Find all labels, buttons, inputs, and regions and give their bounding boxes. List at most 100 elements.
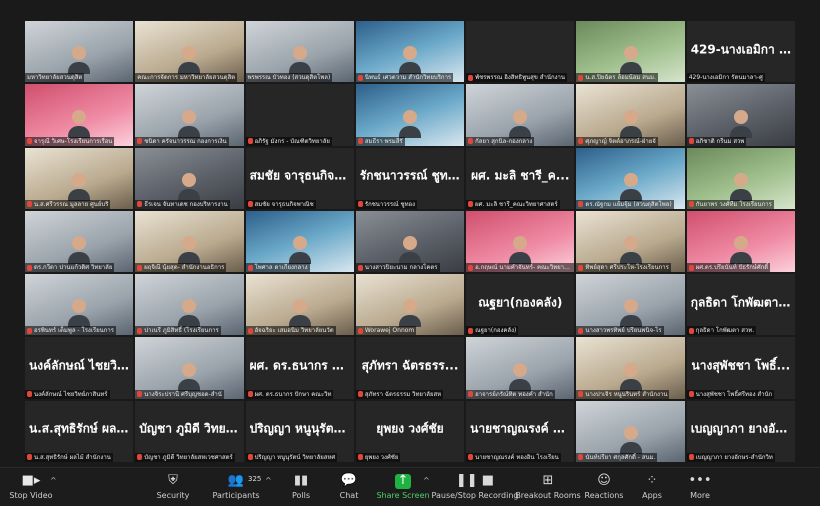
pause-stop-recording-button[interactable]: ❚❚ ■ Pause/Stop Recording xyxy=(432,468,519,506)
participant-name-caption: นันท์ปรียา ศกุลศักดิ์ - สนม. xyxy=(576,452,658,462)
participant-tile[interactable]: น.ส.ปิยฉัตร ล้อมน้อม สนม. xyxy=(576,21,685,83)
participant-display-name: กุลธิดา โกพัฒตา... xyxy=(690,295,793,310)
participant-tile[interactable]: ดร.ณัฐกม แย้มจุ้ม (สวนดุสิตโพล) xyxy=(576,147,685,209)
participant-tile[interactable]: ผศ.ดร.ปรียนันท์ ปัธรักษ์ศักดิ์ xyxy=(686,210,795,273)
participant-tile[interactable]: สมธีรา พรมสีรั xyxy=(355,84,465,146)
participant-name-caption: ชนิดา ครัจนาวรรณ กองการเงิน xyxy=(135,136,229,146)
participant-tile[interactable]: กุลธิดา โกพัฒตา... กุลธิดา โกพัฒตา สวท. xyxy=(686,274,795,336)
participant-tile[interactable]: Worawej Onnom xyxy=(355,274,465,336)
participant-tile[interactable]: นิพนธ์ เศวตวาม สำนักวิทยบริการ xyxy=(355,21,465,83)
participant-tile[interactable]: สุภัทรา ฉัตรธรร... สุภัทรา ฉัตรธรรม วิทยา… xyxy=(355,337,465,399)
participant-tile[interactable]: ผศ. ดร.ธนากร ปั... ผศ. ดร.ธนากร ปักษา คณะ… xyxy=(245,337,354,399)
bar-chart-icon: ▮▮ xyxy=(293,473,309,488)
muted-mic-icon xyxy=(247,264,253,271)
participant-tile[interactable]: พรพรรณ บัวทอง (สวนดุสิตโพล) xyxy=(245,21,354,83)
muted-mic-icon xyxy=(468,454,474,461)
muted-mic-icon xyxy=(357,454,363,461)
muted-mic-icon xyxy=(357,138,363,145)
participant-silhouette xyxy=(619,172,642,201)
participant-tile[interactable]: 429-นางเอมิกา รั... 429-นางเอมิกา รัตนมาล… xyxy=(686,21,795,83)
participant-name: อัจฉริยะ เสมอนิม วิทยาลัยนวัต xyxy=(254,327,334,335)
participant-name-caption: น.ส.ปิยฉัตร ล้อมน้อม สนม. xyxy=(576,73,658,83)
participant-tile[interactable]: นันท์ปรียา ศกุลศักดิ์ - สนม. xyxy=(576,400,685,462)
participant-tile[interactable]: ณฐยา(กองคลัง) ณฐยา(กองคลัง) xyxy=(466,274,575,336)
apps-button[interactable]: ⁘ Apps xyxy=(640,468,664,506)
participant-tile[interactable]: คณะการจัดการ มหาวิทยาลัยสวนดุสิต xyxy=(135,21,244,83)
participant-silhouette xyxy=(178,362,201,391)
participant-name-caption: อภิรัฐ มังกร - บัณฑิตวิทยาลัย xyxy=(245,136,332,146)
participant-display-name: 429-นางเอมิกา รั... xyxy=(690,42,795,57)
participant-name: นางสาวพรทิพย์ ปรียนพนิจ-โร xyxy=(585,327,662,335)
participant-tile[interactable]: ยุพยง วงศ์ชัย ยุพยง วงศ์ชัย xyxy=(355,400,465,462)
participant-name: น.ส.ศรีวรรณ มูลลาย ศูนย์บริ xyxy=(34,200,109,208)
participant-silhouette xyxy=(288,46,311,75)
participant-display-name: รักชนาวรรณ์ ชูทอง xyxy=(359,168,461,183)
participants-button[interactable]: 👥 Participants xyxy=(213,468,260,506)
participant-tile[interactable]: ดร.กวีดา ปานแก้วดิศ วิทยาลัย xyxy=(25,210,134,273)
participant-name: อรพินทร์ เต็มพูล - โรงเรียนการ xyxy=(34,327,114,335)
participant-name: ยุพยง วงศ์ชัย xyxy=(364,453,399,461)
participant-tile[interactable]: เบญญาภา ยางอัก... เบญญาภา ยางอักษร-สำนักว… xyxy=(686,400,795,462)
participant-tile[interactable]: นางสาวปิยะนาม กลางโคตร xyxy=(355,210,465,273)
participant-name-caption: สมธีรา พรมสีรั xyxy=(355,136,405,146)
participant-name: ดร.กวีดา ปานแก้วดิศ วิทยาลัย xyxy=(34,264,113,272)
participant-tile[interactable]: จารุณี วิเศษ-โรงเรียนการเรือน xyxy=(25,84,134,146)
participant-tile[interactable]: น.ส.สุทธิรักษ์ ผลไ... น.ส.สุทธิรักษ์ ผลไม… xyxy=(25,400,134,462)
participant-tile[interactable]: ผฤจิณี นุ้ยสุด- สำนักงานอธิการ xyxy=(135,210,244,273)
participant-tile[interactable]: พัชรพรรณ อิงสิทธิพูนสุข สำนักงาน xyxy=(466,21,575,83)
breakout-rooms-button[interactable]: ⊞ Breakout Rooms xyxy=(515,468,580,506)
participant-tile[interactable]: สมชัย จารุธนกิจพ... สมชัย จารุธนกิจพาณิช xyxy=(245,147,354,209)
participant-tile[interactable]: นางสุพัชชา โพธิ์... นางสุพัชชา โพธิ์ศรีทอ… xyxy=(686,337,795,399)
participant-tile[interactable]: อัจฉริยะ เสมอนิม วิทยาลัยนวัต xyxy=(245,274,354,336)
participant-silhouette xyxy=(398,46,421,75)
participant-display-name: นงค์ลักษณ์ ไชยวิ... xyxy=(29,358,131,373)
stop-video-button[interactable]: ■▸ Stop Video xyxy=(8,468,54,506)
participant-tile[interactable]: ทิพย์สุดา ศรีประโห-โรงเรียนการ xyxy=(576,210,685,273)
more-button[interactable]: ••• More xyxy=(688,468,712,506)
participants-options-caret-icon[interactable]: ^ xyxy=(265,476,272,485)
participant-tile[interactable]: ผศ. มะลิ ชารี_ค... ผศ. มะลิ ชารี_คณะวิทยา… xyxy=(466,147,575,209)
participant-name: กันยาพร วงศ์ทีม โรงเรียนการ xyxy=(695,200,772,208)
participant-tile[interactable]: ปาเนรี ภูมิสิทธิ์ (โรงเรียนการ xyxy=(135,274,244,336)
participant-display-name: เบญญาภา ยางอัก... xyxy=(690,421,795,436)
muted-mic-icon xyxy=(357,74,363,81)
participant-name-caption: จารุณี วิเศษ-โรงเรียนการเรือน xyxy=(25,136,115,146)
share-screen-button[interactable]: ↑ Share Screen xyxy=(376,468,429,506)
participant-tile[interactable]: ปริญญา หนูนุรัตน์... ปริญญา หนูนุรัตน์ วิ… xyxy=(245,400,354,462)
participant-silhouette xyxy=(509,362,532,391)
polls-button[interactable]: ▮▮ Polls xyxy=(288,468,314,506)
participant-name: นางจิระปรานี ศรีบุญชอด-สำนั xyxy=(144,390,222,398)
participant-display-name: สมชัย จารุธนกิจพ... xyxy=(249,168,354,183)
participant-tile[interactable]: อภิรัฐ มังกร - บัณฑิตวิทยาลัย xyxy=(245,84,354,146)
participant-tile[interactable]: ธีรเจน จันทาเดช กองบริหารงาน xyxy=(135,147,244,209)
participant-tile[interactable]: นางปาเจิร หนูนรินทร์ สำนักงาน xyxy=(576,337,685,399)
participant-tile[interactable]: นางจิระปรานี ศรีบุญชอด-สำนั xyxy=(135,337,244,399)
participant-tile[interactable]: นายชาญณรงค์ ท... นายชาญณรงค์ ทองอิน โรงเร… xyxy=(466,400,575,462)
muted-mic-icon xyxy=(688,391,694,398)
chat-button[interactable]: 💬 Chat xyxy=(336,468,362,506)
participant-silhouette xyxy=(68,236,91,265)
participant-tile[interactable]: รักชนาวรรณ์ ชูทอง รักชนาวรรณ์ ชูทอง xyxy=(355,147,465,209)
participant-tile[interactable]: มหาวิทยาลัยสวนดุสิต xyxy=(25,21,134,83)
participant-name: นางปาเจิร หนูนรินทร์ สำนักงาน xyxy=(585,390,668,398)
share-options-caret-icon[interactable]: ^ xyxy=(423,476,430,485)
participant-tile[interactable]: กันยาพร วงศ์ทีม โรงเรียนการ xyxy=(686,147,795,209)
participant-tile[interactable]: นงค์ลักษณ์ ไชยวิ... นงค์ลักษณ์ ไชยวิทย์ภา… xyxy=(25,337,134,399)
participant-name: คณะการจัดการ มหาวิทยาลัยสวนดุสิต xyxy=(137,74,236,82)
participant-tile[interactable]: ชนิดา ครัจนาวรรณ กองการเงิน xyxy=(135,84,244,146)
participant-tile[interactable]: น.ส.ศรีวรรณ มูลลาย ศูนย์บริ xyxy=(25,147,134,209)
participant-tile[interactable]: ศุภญาญ์ จิตต์อาภรณ์-ฝ่ายจั xyxy=(576,84,685,146)
participant-tile[interactable]: บัญชา ภูมิดี วิทยา... บัญชา ภูมิดี วิทยาล… xyxy=(135,400,244,462)
participant-tile[interactable]: อาจารย์ภรัณ์ทิต ทองคำ สำนัก xyxy=(466,337,575,399)
video-options-caret-icon[interactable]: ^ xyxy=(50,476,57,485)
reactions-button[interactable]: ☺ Reactions xyxy=(585,468,624,506)
muted-mic-icon xyxy=(27,138,32,145)
participant-tile[interactable]: โพศาล ดาเกียงกลาง xyxy=(245,210,354,273)
participant-tile[interactable]: กัลยา สุกนิล-กองกลาง xyxy=(466,84,575,146)
participant-tile[interactable]: อ.กฤษณ์ นามคำจันทร์- คณะวิทยาศาสตร์ xyxy=(466,210,575,273)
security-button[interactable]: ⛨ Security xyxy=(155,468,191,506)
shield-icon: ⛨ xyxy=(168,473,178,488)
participant-tile[interactable]: นางสาวพรทิพย์ ปรียนพนิจ-โร xyxy=(576,274,685,336)
participant-tile[interactable]: อภิชาติ กรีนม สวพ xyxy=(686,84,795,146)
participant-tile[interactable]: อรพินทร์ เต็มพูล - โรงเรียนการ xyxy=(25,274,134,336)
